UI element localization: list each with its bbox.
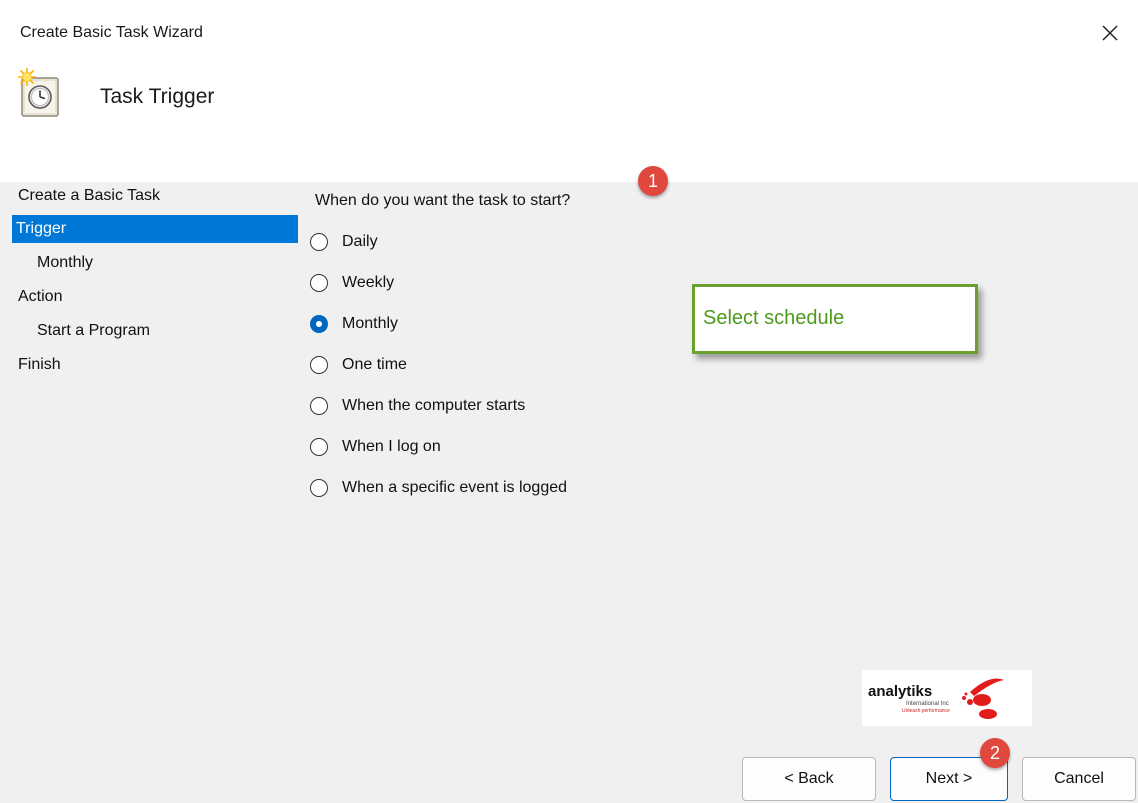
window-title: Create Basic Task Wizard <box>20 24 203 41</box>
radio-button[interactable] <box>310 438 328 456</box>
radio-label: When the computer starts <box>342 397 526 414</box>
wizard-header: Task Trigger <box>0 66 1138 182</box>
sidebar-item-monthly[interactable]: Monthly <box>0 249 298 277</box>
radio-label: When I log on <box>342 438 441 455</box>
radio-daily[interactable]: Daily <box>310 229 378 255</box>
radio-button[interactable] <box>310 233 328 251</box>
radio-log-on[interactable]: When I log on <box>310 434 441 460</box>
logo-sub2-text: Unleash performance <box>902 708 950 714</box>
title-bar: Create Basic Task Wizard <box>0 0 1138 66</box>
annotation-callout: Select schedule <box>692 284 978 354</box>
radio-computer-starts[interactable]: When the computer starts <box>310 393 525 419</box>
sidebar-item-finish[interactable]: Finish <box>0 351 298 379</box>
close-icon <box>1102 25 1118 41</box>
radio-one-time[interactable]: One time <box>310 352 407 378</box>
sidebar-item-trigger[interactable]: Trigger <box>12 215 298 243</box>
analytiks-logo: analytiks International Inc Unleash perf… <box>862 670 1032 726</box>
task-scheduler-icon <box>18 68 59 117</box>
radio-button[interactable] <box>310 397 328 415</box>
radio-button[interactable] <box>310 356 328 374</box>
logo-brand-text: analytiks <box>868 683 932 700</box>
radio-label: Daily <box>342 233 378 250</box>
annotation-badge-2: 2 <box>980 738 1010 768</box>
radio-button-selected[interactable] <box>310 315 328 333</box>
radio-label: One time <box>342 356 407 373</box>
wizard-steps-sidebar: Create a Basic Task Trigger Monthly Acti… <box>0 182 300 803</box>
radio-button[interactable] <box>310 479 328 497</box>
wizard-window: Create Basic Task Wizard Task Trigger Cr… <box>0 0 1138 803</box>
radio-weekly[interactable]: Weekly <box>310 270 394 296</box>
radio-monthly[interactable]: Monthly <box>310 311 398 337</box>
callout-text: Select schedule <box>703 307 845 329</box>
radio-button[interactable] <box>310 274 328 292</box>
sidebar-item-start-program[interactable]: Start a Program <box>0 317 298 345</box>
radio-label: Weekly <box>342 274 395 291</box>
sidebar-item-action[interactable]: Action <box>0 283 298 311</box>
radio-label: Monthly <box>342 315 399 332</box>
logo-swoosh-icon: analytiks International Inc Unleash perf… <box>868 678 1004 719</box>
radio-label: When a specific event is logged <box>342 479 568 496</box>
logo-sub1-text: International Inc <box>906 701 949 707</box>
radio-event-logged[interactable]: When a specific event is logged <box>310 475 567 501</box>
close-button[interactable] <box>1092 16 1128 50</box>
trigger-question: When do you want the task to start? <box>315 192 571 209</box>
page-title: Task Trigger <box>100 85 215 108</box>
annotation-badge-1: 1 <box>638 166 668 196</box>
sidebar-item-create-basic-task[interactable]: Create a Basic Task <box>0 182 298 210</box>
back-button[interactable]: < Back <box>742 757 876 801</box>
cancel-button[interactable]: Cancel <box>1022 757 1136 801</box>
